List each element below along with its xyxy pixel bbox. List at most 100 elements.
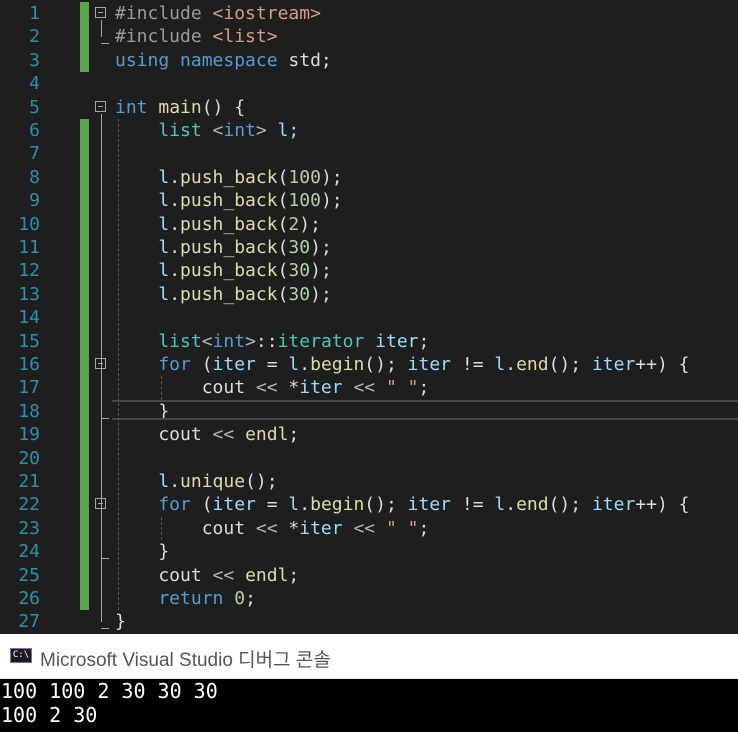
change-indicator bbox=[80, 376, 89, 400]
code-line[interactable]: 19 cout << endl; bbox=[0, 423, 738, 447]
code-token: 30 bbox=[288, 260, 311, 282]
code-line[interactable]: 27} bbox=[0, 610, 738, 633]
code-line[interactable]: 12 l.push_back(30); bbox=[0, 259, 738, 283]
code-token: . bbox=[169, 471, 181, 492]
code-line[interactable]: 24 } bbox=[0, 540, 738, 564]
line-number: 1 bbox=[29, 3, 40, 24]
code-token: iter bbox=[212, 354, 256, 375]
code-line[interactable]: 20 bbox=[0, 446, 738, 470]
code-token: ++) { bbox=[635, 494, 690, 516]
code-token: 100 bbox=[288, 190, 321, 212]
code-text: l.push_back(100); bbox=[115, 189, 342, 212]
code-token: begin bbox=[310, 354, 365, 375]
outline-for-end bbox=[101, 558, 109, 560]
code-text: int main() { bbox=[115, 96, 245, 119]
code-token: int bbox=[223, 120, 256, 141]
collapse-icon[interactable] bbox=[95, 7, 106, 18]
code-token: . bbox=[505, 354, 517, 375]
code-line[interactable]: 7 bbox=[0, 142, 738, 166]
code-token: iter bbox=[299, 377, 354, 399]
code-token: = bbox=[255, 494, 289, 516]
code-token: " " bbox=[385, 517, 419, 539]
code-token: l bbox=[115, 283, 170, 305]
code-token: 2 bbox=[288, 213, 300, 235]
code-line[interactable]: 13 l.push_back(30); bbox=[0, 282, 738, 307]
collapse-icon[interactable] bbox=[95, 100, 106, 112]
code-token: l bbox=[115, 471, 170, 492]
change-indicator bbox=[80, 25, 89, 49]
line-number: 8 bbox=[29, 166, 40, 188]
code-line[interactable]: 15 list<int>::iterator iter; bbox=[0, 329, 738, 353]
code-line[interactable]: 3 using namespace std; bbox=[0, 48, 738, 73]
code-token: ( bbox=[277, 213, 289, 235]
code-line[interactable]: 1 #include <iostream> bbox=[0, 2, 738, 26]
code-token: iter bbox=[212, 494, 256, 516]
code-editor[interactable]: 1 #include <iostream> 2 #include <list> 3 usi… bbox=[0, 0, 738, 634]
code-line[interactable]: 8 l.push_back(100); bbox=[0, 165, 738, 190]
code-line[interactable]: 4 bbox=[0, 72, 738, 95]
change-indicator bbox=[80, 353, 89, 377]
code-token: l bbox=[115, 166, 170, 188]
change-indicator bbox=[80, 259, 89, 283]
code-line[interactable]: 10 l.push_back(2); bbox=[0, 212, 738, 236]
code-line[interactable]: 6 list <int> l; bbox=[0, 119, 738, 143]
code-line[interactable]: 14 bbox=[0, 306, 738, 330]
code-token: list bbox=[115, 330, 202, 352]
code-line[interactable]: 9 l.push_back(100); bbox=[0, 189, 738, 213]
code-token: l bbox=[494, 354, 506, 375]
code-line[interactable]: 11 l.push_back(30); bbox=[0, 236, 738, 260]
code-text: list <int> l; bbox=[115, 119, 299, 142]
change-indicator bbox=[80, 423, 89, 447]
line-number: 10 bbox=[18, 213, 40, 235]
line-number: 23 bbox=[18, 517, 40, 539]
code-line[interactable]: 5 int main() { bbox=[0, 96, 738, 119]
code-token: int bbox=[115, 96, 159, 118]
code-token: ; bbox=[245, 588, 256, 609]
outline-main-block bbox=[101, 113, 102, 623]
code-line[interactable]: 16 for (iter = l.begin(); iter != l.end(… bbox=[0, 353, 738, 377]
code-token: * bbox=[288, 377, 300, 399]
outline-include-end bbox=[101, 43, 109, 45]
code-text: for (iter = l.begin(); iter != l.end(); … bbox=[115, 493, 689, 516]
code-token: push_back bbox=[180, 283, 278, 305]
code-token: using bbox=[115, 49, 181, 71]
code-token: std; bbox=[288, 49, 332, 71]
code-token: l bbox=[115, 190, 170, 212]
code-line[interactable]: 26 return 0; bbox=[0, 587, 738, 611]
code-token: <iostream> bbox=[212, 3, 321, 24]
change-indicator bbox=[80, 306, 89, 330]
code-token: end bbox=[516, 354, 549, 375]
code-token: > bbox=[255, 120, 278, 141]
code-line[interactable]: 23 cout << *iter << " "; bbox=[0, 516, 738, 541]
code-line[interactable]: 17 cout << *iter << " "; bbox=[0, 376, 738, 400]
code-token: l bbox=[288, 494, 300, 516]
console-app-icon: C:\ bbox=[10, 648, 32, 663]
code-text: using namespace std; bbox=[115, 49, 332, 72]
code-line[interactable]: 22 for (iter = l.begin(); iter != l.end(… bbox=[0, 493, 738, 517]
code-token: #include bbox=[115, 26, 213, 48]
code-token: cout bbox=[115, 377, 256, 399]
code-token: l bbox=[115, 260, 170, 282]
change-indicator bbox=[80, 189, 89, 213]
code-line[interactable]: 25 cout << endl; bbox=[0, 563, 738, 587]
console-output[interactable]: 100 100 2 30 30 30 100 2 30 bbox=[0, 679, 738, 732]
code-token: l bbox=[494, 494, 506, 516]
code-line[interactable]: 21 l.unique(); bbox=[0, 470, 738, 494]
line-number: 22 bbox=[18, 494, 40, 516]
code-text: return 0; bbox=[115, 587, 256, 610]
change-indicator bbox=[80, 2, 89, 26]
change-indicator bbox=[80, 493, 89, 517]
code-token: for bbox=[115, 494, 202, 516]
code-token: push_back bbox=[180, 237, 278, 258]
code-token: l bbox=[115, 213, 170, 235]
code-token: " " bbox=[385, 377, 419, 399]
line-number: 27 bbox=[18, 611, 40, 633]
code-token: . bbox=[169, 283, 181, 305]
code-token: . bbox=[505, 494, 517, 516]
code-token: cout bbox=[115, 564, 213, 586]
code-token: . bbox=[169, 213, 181, 235]
code-line[interactable]: 2 #include <list> bbox=[0, 25, 738, 49]
code-token: namespace bbox=[180, 49, 289, 71]
code-token: int bbox=[212, 330, 246, 352]
change-indicator bbox=[80, 587, 89, 611]
